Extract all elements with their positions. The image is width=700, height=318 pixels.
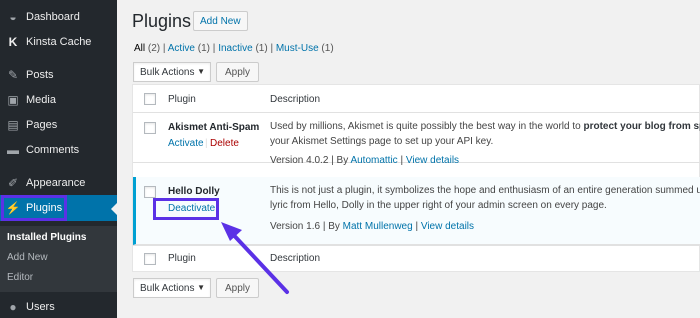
plugin-name: Hello Dolly xyxy=(168,186,220,197)
filter-separator: | xyxy=(162,43,166,54)
description-text: your Akismet Settings page to set up you… xyxy=(270,136,494,147)
menu-label: Dashboard xyxy=(26,11,80,23)
menu-label: Appearance xyxy=(26,177,86,189)
filter-inactive[interactable]: Inactive xyxy=(218,43,252,54)
filter-all[interactable]: All xyxy=(134,43,145,54)
column-plugin-footer[interactable]: Plugin xyxy=(168,253,196,264)
filter-active[interactable]: Active xyxy=(168,43,195,54)
add-new-button[interactable]: Add New xyxy=(193,11,248,31)
filter-must-use-count: (1) xyxy=(321,43,334,54)
page-title: Plugins xyxy=(132,11,192,31)
comment-icon: ▬ xyxy=(7,143,19,157)
menu-label: Pages xyxy=(26,119,58,131)
meta-separator: | xyxy=(415,221,419,232)
filter-separator: | xyxy=(212,43,216,54)
activate-link[interactable]: Activate xyxy=(168,138,204,149)
plugin-description: This is not just a plugin, it symbolizes… xyxy=(270,183,700,213)
filter-must-use[interactable]: Must-Use xyxy=(276,43,319,54)
description-text: lyric from Hello, Dolly in the upper rig… xyxy=(270,200,607,211)
menu-media[interactable]: ▣ Media xyxy=(0,87,117,113)
view-details-link[interactable]: View details xyxy=(421,221,474,232)
filter-all-count: (2) xyxy=(147,43,161,54)
menu-comments[interactable]: ▬ Comments xyxy=(0,137,117,163)
plugin-version: Version 4.0.2 | By xyxy=(270,155,351,166)
submenu-add-new[interactable]: Add New xyxy=(7,252,48,263)
pin-icon: ✎ xyxy=(7,68,19,82)
menu-label: Comments xyxy=(26,144,80,156)
pages-icon: ▤ xyxy=(7,118,19,132)
brush-icon: ✐ xyxy=(7,176,19,190)
plugins-menu-highlight xyxy=(1,195,67,221)
bulk-actions-select-bottom[interactable]: Bulk Actions ▼ xyxy=(133,278,211,298)
author-link[interactable]: Matt Mullenweg xyxy=(343,221,413,232)
meta-separator: | xyxy=(400,155,404,166)
menu-users[interactable]: ● Users xyxy=(0,294,117,318)
plugins-table: Plugin Description Akismet Anti-Spam Act… xyxy=(132,84,700,272)
menu-posts[interactable]: ✎ Posts xyxy=(0,62,117,88)
menu-label: Users xyxy=(26,301,55,313)
media-icon: ▣ xyxy=(7,93,19,107)
select-all-checkbox-footer[interactable] xyxy=(144,253,156,265)
kinsta-icon: K xyxy=(8,35,18,49)
filter-active-count: (1) xyxy=(197,43,211,54)
menu-label: Media xyxy=(26,94,56,106)
plugin-description: Used by millions, Akismet is quite possi… xyxy=(270,119,700,149)
bulk-actions-label: Bulk Actions xyxy=(140,282,195,294)
user-icon: ● xyxy=(9,300,17,314)
menu-dashboard[interactable]: ◒ Dashboard xyxy=(0,4,117,30)
filter-separator: | xyxy=(270,43,274,54)
menu-label: Kinsta Cache xyxy=(26,36,92,48)
admin-sidebar: ◒ Dashboard K Kinsta Cache ✎ Posts ▣ Med… xyxy=(0,0,118,318)
delete-link[interactable]: Delete xyxy=(210,138,239,149)
column-description: Description xyxy=(270,94,321,105)
plugin-name: Akismet Anti-Spam xyxy=(168,122,260,133)
deactivate-highlight xyxy=(153,198,219,220)
plugin-checkbox[interactable] xyxy=(144,122,156,134)
main-content: Plugins Add New All (2) | Active (1) | I… xyxy=(117,0,700,318)
caret-down-icon: ▼ xyxy=(197,283,205,292)
submenu-installed-plugins[interactable]: Installed Plugins xyxy=(7,232,86,243)
select-all-checkbox[interactable] xyxy=(144,93,156,105)
table-header-row: Plugin Description xyxy=(133,85,700,113)
menu-label: Posts xyxy=(26,69,54,81)
column-plugin[interactable]: Plugin xyxy=(168,94,196,105)
apply-button-top[interactable]: Apply xyxy=(216,62,260,82)
menu-appearance[interactable]: ✐ Appearance xyxy=(0,170,117,196)
plugin-meta: Version 4.0.2 | By Automattic | View det… xyxy=(270,155,459,166)
submenu-editor[interactable]: Editor xyxy=(7,272,33,283)
menu-pages[interactable]: ▤ Pages xyxy=(0,112,117,138)
menu-kinsta-cache[interactable]: K Kinsta Cache xyxy=(0,29,117,55)
column-description-footer: Description xyxy=(270,253,321,264)
bulk-actions-select-top[interactable]: Bulk Actions ▼ xyxy=(133,62,211,82)
action-separator: | xyxy=(205,138,208,149)
table-footer-row: Plugin Description xyxy=(133,245,700,272)
plugin-meta: Version 1.6 | By Matt Mullenweg | View d… xyxy=(270,221,474,232)
description-bold: protect your blog from spam. xyxy=(583,121,700,132)
plugin-status-filters: All (2) | Active (1) | Inactive (1) | Mu… xyxy=(134,43,334,54)
caret-down-icon: ▼ xyxy=(197,67,205,76)
plugins-submenu: Installed Plugins Add New Editor xyxy=(0,226,117,292)
plugin-version: Version 1.6 | By xyxy=(270,221,343,232)
bulk-actions-label: Bulk Actions xyxy=(140,66,195,78)
apply-button-bottom[interactable]: Apply xyxy=(216,278,260,298)
filter-inactive-count: (1) xyxy=(255,43,268,54)
description-text: This is not just a plugin, it symbolizes… xyxy=(270,185,700,196)
dashboard-icon: ◒ xyxy=(9,10,17,24)
description-text: Used by millions, Akismet is quite possi… xyxy=(270,121,584,132)
author-link[interactable]: Automattic xyxy=(350,155,397,166)
plugin-checkbox[interactable] xyxy=(144,186,156,198)
view-details-link[interactable]: View details xyxy=(406,155,459,166)
